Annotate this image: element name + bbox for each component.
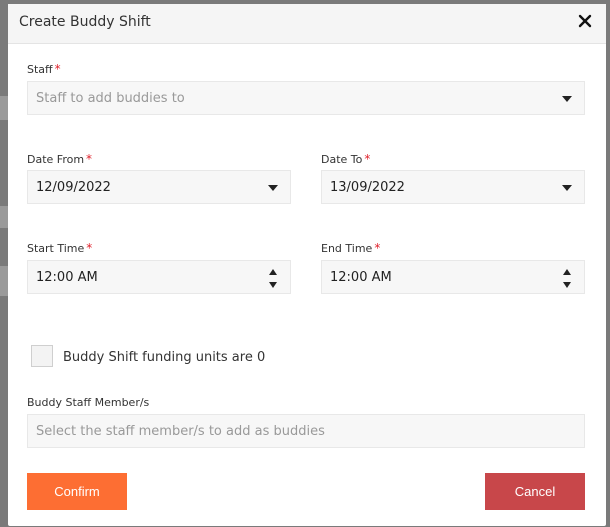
end-time-label-text: End Time: [321, 242, 373, 255]
chevron-down-icon: [562, 96, 572, 102]
required-marker: *: [54, 62, 61, 76]
date-from-label: Date From *: [27, 152, 92, 166]
chevron-down-icon[interactable]: [268, 185, 278, 191]
buddy-staff-placeholder: Select the staff member/s to add as budd…: [36, 423, 325, 439]
staff-label-text: Staff: [27, 63, 53, 76]
date-from-input[interactable]: 12/09/2022: [27, 170, 291, 204]
start-time-input[interactable]: 12:00 AM: [27, 260, 291, 294]
date-from-label-text: Date From: [27, 153, 85, 166]
date-to-label-text: Date To: [321, 153, 363, 166]
buddy-staff-input[interactable]: Select the staff member/s to add as budd…: [27, 414, 585, 448]
staff-label: Staff *: [27, 62, 61, 76]
buddy-staff-label-text: Buddy Staff Member/s: [27, 396, 150, 409]
dialog-header: Create Buddy Shift: [8, 4, 606, 44]
funding-units-checkbox-label: Buddy Shift funding units are 0: [63, 350, 266, 365]
end-time-value: 12:00 AM: [330, 269, 392, 285]
end-time-label: End Time *: [321, 241, 380, 255]
chevron-down-icon[interactable]: [562, 185, 572, 191]
required-marker: *: [86, 241, 93, 255]
start-time-value: 12:00 AM: [36, 269, 98, 285]
date-to-input[interactable]: 13/09/2022: [321, 170, 585, 204]
spin-up-icon[interactable]: [269, 269, 277, 275]
close-icon[interactable]: [574, 10, 596, 32]
spin-down-icon[interactable]: [269, 282, 277, 288]
start-time-label-text: Start Time: [27, 242, 85, 255]
create-buddy-shift-dialog: Create Buddy Shift Staff * Staff to add b…: [8, 4, 606, 526]
required-marker: *: [374, 241, 381, 255]
funding-units-checkbox[interactable]: [31, 345, 53, 367]
dialog-title: Create Buddy Shift: [19, 14, 151, 30]
buddy-staff-label: Buddy Staff Member/s: [27, 396, 149, 409]
end-time-input[interactable]: 12:00 AM: [321, 260, 585, 294]
spin-up-icon[interactable]: [563, 269, 571, 275]
date-to-label: Date To *: [321, 152, 370, 166]
spin-down-icon[interactable]: [563, 282, 571, 288]
required-marker: *: [364, 152, 371, 166]
staff-select[interactable]: Staff to add buddies to: [27, 81, 585, 115]
confirm-button[interactable]: Confirm: [27, 473, 127, 510]
start-time-label: Start Time *: [27, 241, 92, 255]
staff-select-placeholder: Staff to add buddies to: [36, 90, 185, 106]
cancel-button[interactable]: Cancel: [485, 473, 585, 510]
required-marker: *: [86, 152, 93, 166]
date-to-value: 13/09/2022: [330, 179, 405, 195]
date-from-value: 12/09/2022: [36, 179, 111, 195]
